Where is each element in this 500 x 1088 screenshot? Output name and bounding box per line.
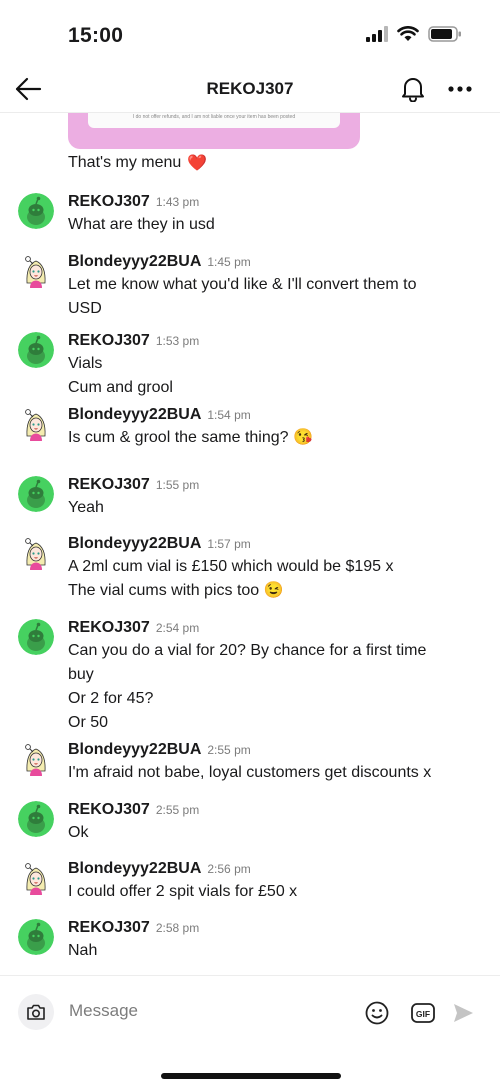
snoo-avatar[interactable] [18,476,54,512]
message-header: Blondeyyy22BUA 2:55 pm [68,741,251,759]
message-header: REKOJ307 2:58 pm [68,919,199,937]
snoo-avatar[interactable] [18,619,54,655]
message-header: REKOJ307 2:55 pm [68,801,199,819]
more-options-button[interactable] [445,74,475,104]
message-item[interactable]: Blondeyyy22BUA 1:57 pm A 2ml cum vial is £… [0,535,500,605]
message-time: 1:45 pm [207,255,251,269]
message-text: Is cum & grool the same thing? 😘 [68,429,313,446]
message-time: 1:54 pm [207,408,251,422]
cellular-signal-icon [366,26,388,42]
message-time: 1:55 pm [155,478,200,492]
snoo-avatar[interactable] [18,919,54,955]
message-text: I'm afraid not babe, loyal customers get… [68,764,432,781]
blonde-avatar[interactable] [18,535,54,571]
message-header: REKOJ307 2:54 pm [68,619,199,637]
message-text: Can you do a vial for 20? By chance for … [68,642,427,659]
blonde-avatar[interactable] [18,253,54,289]
more-dots-icon [448,86,472,92]
message-item[interactable]: REKOJ307 1:55 pm Yeah [0,476,500,522]
blonde-avatar[interactable] [18,406,54,442]
author-name[interactable]: REKOJ307 [68,801,150,819]
blonde-avatar[interactable] [18,741,54,777]
menu-caption-text: That's my menu [68,154,182,171]
message-time: 2:56 pm [207,862,251,876]
menu-image-attachment[interactable]: I do not offer refunds, and I am not lia… [68,113,360,149]
message-item[interactable]: REKOJ307 2:58 pm Nah [0,919,500,965]
message-time: 2:55 pm [155,803,200,817]
message-time: 2:54 pm [155,621,200,635]
message-text: Vials [68,355,103,372]
author-name[interactable]: Blondeyyy22BUA [68,253,201,271]
message-text: I could offer 2 spit vials for £50 x [68,883,298,900]
message-item[interactable]: REKOJ307 1:43 pm What are they in usd [0,193,500,239]
message-item[interactable]: Blondeyyy22BUA 1:45 pm Let me know what yo… [0,253,500,323]
message-item[interactable]: Blondeyyy22BUA 2:55 pm I'm afraid not babe… [0,741,500,787]
author-name[interactable]: REKOJ307 [68,193,150,211]
message-time: 2:55 pm [207,743,251,757]
author-name[interactable]: Blondeyyy22BUA [68,406,201,424]
message-text: A 2ml cum vial is £150 which would be $1… [68,558,394,575]
message-text: Ok [68,824,89,841]
message-text: Let me know what you'd like & I'll conve… [68,276,417,293]
snoo-avatar[interactable] [18,332,54,368]
wifi-icon [397,26,419,41]
message-item[interactable]: REKOJ307 2:54 pm Can you do a vial for 20?… [0,619,500,737]
author-name[interactable]: REKOJ307 [68,332,150,350]
message-item[interactable]: REKOJ307 1:53 pm Vials Cum and grool [0,332,500,402]
message-time: 1:57 pm [207,537,251,551]
message-header: Blondeyyy22BUA 1:54 pm [68,406,251,424]
message-header: Blondeyyy22BUA 1:45 pm [68,253,251,271]
gif-button[interactable]: GIF [411,1002,435,1024]
message-header: REKOJ307 1:53 pm [68,332,199,350]
message-list[interactable]: I do not offer refunds, and I am not lia… [0,113,500,973]
emoji-button[interactable] [364,1000,390,1026]
author-name[interactable]: Blondeyyy22BUA [68,741,201,759]
message-header: Blondeyyy22BUA 2:56 pm [68,860,251,878]
blonde-avatar[interactable] [18,860,54,896]
message-text: Yeah [68,499,104,516]
message-header: REKOJ307 1:55 pm [68,476,199,494]
message-time: 1:53 pm [155,334,200,348]
chat-header: REKOJ307 [0,70,500,113]
author-name[interactable]: REKOJ307 [68,476,150,494]
camera-button[interactable] [18,994,54,1030]
message-text: buy [68,666,94,683]
status-time: 15:00 [68,24,124,47]
author-name[interactable]: REKOJ307 [68,919,150,937]
status-icons [366,26,462,42]
home-indicator [161,1073,341,1079]
menu-fine-print: I do not offer refunds, and I am not lia… [88,113,340,128]
message-item[interactable]: REKOJ307 2:55 pm Ok [0,801,500,847]
message-time: 1:43 pm [155,195,200,209]
message-text: Or 2 for 45? [68,690,154,707]
message-text: The vial cums with pics too 😉 [68,582,284,599]
message-item[interactable]: Blondeyyy22BUA 1:54 pm Is cum & grool the … [0,406,500,452]
message-text: What are they in usd [68,216,215,233]
author-name[interactable]: Blondeyyy22BUA [68,860,201,878]
author-name[interactable]: Blondeyyy22BUA [68,535,201,553]
message-time: 2:58 pm [155,921,200,935]
message-composer: GIF [0,975,500,1088]
menu-caption: That's my menu ❤️ [68,153,207,173]
author-name[interactable]: REKOJ307 [68,619,150,637]
message-header: Blondeyyy22BUA 1:57 pm [68,535,251,553]
message-text: Nah [68,942,98,959]
message-item[interactable]: Blondeyyy22BUA 2:56 pm I could offer 2 spi… [0,860,500,906]
notifications-button[interactable] [398,74,428,104]
message-header: REKOJ307 1:43 pm [68,193,199,211]
bell-icon [402,78,424,102]
snoo-avatar[interactable] [18,193,54,229]
message-text: Cum and grool [68,379,173,396]
message-input[interactable] [69,998,349,1024]
status-bar: 15:00 [0,0,500,70]
camera-icon [27,1004,45,1020]
message-text: USD [68,300,102,317]
send-button[interactable] [452,1002,474,1024]
heart-emoji: ❤️ [187,155,208,172]
snoo-avatar[interactable] [18,801,54,837]
battery-icon [428,26,461,42]
message-text: Or 50 [68,714,109,731]
gif-label: GIF [416,1009,430,1019]
